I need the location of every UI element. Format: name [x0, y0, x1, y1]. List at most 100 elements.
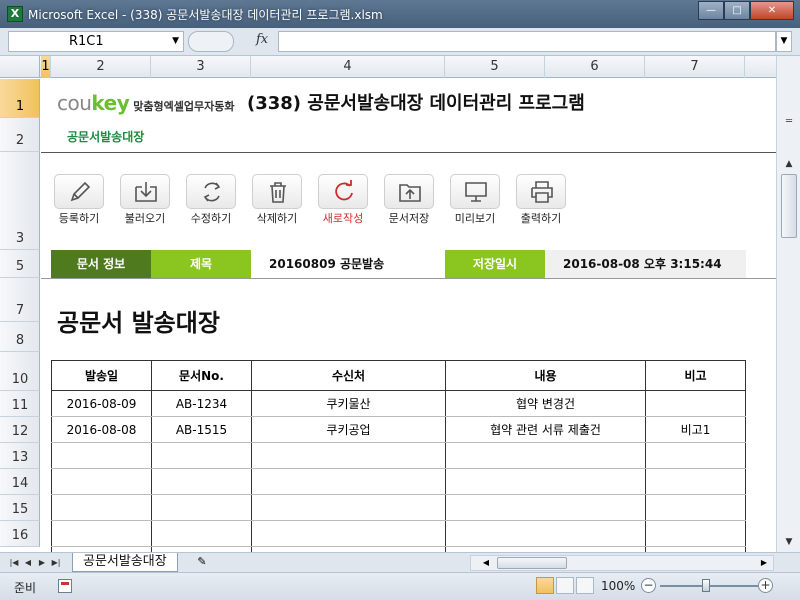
zoom-in-icon[interactable]: + — [758, 578, 773, 593]
formula-cancel-enter-group — [188, 31, 234, 52]
column-header-note[interactable]: 비고 — [645, 360, 746, 391]
scroll-right-icon[interactable]: ▶ — [757, 556, 771, 570]
row-header[interactable]: 5 — [0, 250, 40, 278]
vertical-scrollbar[interactable]: ═ ▲ ▼ — [776, 56, 800, 552]
scroll-thumb[interactable] — [781, 174, 797, 238]
edit-button[interactable]: 수정하기 — [183, 174, 239, 230]
scroll-up-icon[interactable]: ▲ — [781, 156, 797, 172]
zoom-level[interactable]: 100% — [601, 579, 635, 593]
saved-at-value[interactable]: 2016-08-08 오후 3:15:44 — [545, 250, 746, 278]
formula-controls: fx — [188, 31, 276, 52]
page-break-view-icon[interactable] — [576, 577, 594, 594]
cell-area[interactable]: coukey 맞춤형엑셀업무자동화 (338) 공문서발송대장 데이터관리 프로그… — [41, 79, 776, 552]
logo-key: key — [91, 91, 130, 115]
row-header[interactable]: 11 — [0, 391, 40, 417]
cell-content[interactable]: 협약 관련 서류 제출건 — [445, 416, 646, 443]
window-title: Microsoft Excel - (338) 공문서발송대장 데이터관리 프로… — [28, 8, 383, 22]
cell-recipient[interactable]: 쿠키물산 — [251, 390, 446, 417]
row-header[interactable]: 8 — [0, 322, 40, 352]
row-header[interactable]: 3 — [0, 152, 40, 250]
logo-tagline: 맞춤형엑셀업무자동화 — [133, 100, 235, 113]
cell-date[interactable]: 2016-08-08 — [51, 416, 152, 443]
macro-record-icon[interactable] — [58, 579, 72, 593]
subject-value[interactable]: 20160809 공문발송 — [251, 250, 445, 278]
zoom-out-icon[interactable]: − — [641, 578, 656, 593]
chevron-down-icon[interactable]: ▼ — [172, 32, 179, 51]
doc-info-label: 문서 정보 — [51, 250, 151, 278]
scroll-down-icon[interactable]: ▼ — [781, 534, 797, 550]
subject-label: 제목 — [151, 250, 251, 278]
zoom-slider-thumb[interactable] — [702, 579, 710, 592]
name-box-value: R1C1 — [69, 34, 104, 49]
row-header[interactable]: 12 — [0, 417, 40, 443]
cell-doc-no[interactable]: AB-1234 — [151, 390, 252, 417]
cell-doc-no[interactable]: AB-1515 — [151, 416, 252, 443]
first-sheet-icon[interactable]: |◀ — [8, 556, 20, 570]
row-header[interactable]: 13 — [0, 443, 40, 469]
preview-button[interactable]: 미리보기 — [447, 174, 503, 230]
row-header[interactable]: 1 — [0, 79, 40, 118]
last-sheet-icon[interactable]: ▶| — [50, 556, 62, 570]
column-header[interactable]: 5 — [445, 56, 545, 78]
reload-icon — [335, 180, 353, 201]
expand-formula-bar-icon[interactable]: ▼ — [776, 31, 792, 52]
row-header[interactable]: 10 — [0, 352, 40, 391]
pencil-icon — [70, 181, 91, 202]
insert-function-icon[interactable]: fx — [256, 32, 268, 47]
formula-bar: R1C1 ▼ fx ▼ — [0, 28, 800, 56]
load-button[interactable]: 불러오기 — [117, 174, 173, 230]
table-row: 2016-08-08 AB-1515 쿠키공업 협약 관련 서류 제출건 비고1 — [51, 416, 746, 443]
formula-input[interactable] — [278, 31, 776, 52]
delete-button[interactable]: 삭제하기 — [249, 174, 305, 230]
table-row — [51, 442, 746, 469]
cell-content[interactable]: 협약 변경건 — [445, 390, 646, 417]
coukey-logo: coukey 맞춤형엑셀업무자동화 — [57, 91, 235, 115]
register-button[interactable]: 등록하기 — [51, 174, 107, 230]
horizontal-scroll-thumb[interactable] — [497, 557, 567, 569]
horizontal-scrollbar[interactable]: ◀ ▶ — [470, 555, 774, 571]
normal-view-icon[interactable] — [536, 577, 554, 594]
split-handle-icon[interactable]: ═ — [779, 116, 799, 130]
next-sheet-icon[interactable]: ▶ — [36, 556, 48, 570]
row-header[interactable]: 7 — [0, 278, 40, 322]
row-header[interactable]: 14 — [0, 469, 40, 495]
column-header-recipient[interactable]: 수신처 — [251, 360, 446, 391]
sheet-title: 공문서 발송대장 — [57, 309, 220, 337]
printer-icon — [531, 181, 553, 203]
new-document-button[interactable]: 새로작성 — [315, 174, 371, 230]
column-header-content[interactable]: 내용 — [445, 360, 646, 391]
cell-note[interactable] — [645, 390, 746, 417]
row-header[interactable]: 2 — [0, 118, 40, 152]
table-row: 2016-08-09 AB-1234 쿠키물산 협약 변경건 — [51, 390, 746, 417]
table-header-row: 발송일 문서No. 수신처 내용 비고 — [51, 360, 746, 391]
minimize-button[interactable]: — — [698, 1, 724, 20]
prev-sheet-icon[interactable]: ◀ — [22, 556, 34, 570]
cell-date[interactable]: 2016-08-09 — [51, 390, 152, 417]
status-bar: 준비 100% − + — [0, 572, 800, 600]
insert-sheet-icon[interactable]: ✎ — [192, 555, 212, 570]
maximize-button[interactable]: □ — [724, 1, 750, 20]
column-header[interactable]: 6 — [545, 56, 645, 78]
name-box[interactable]: R1C1 ▼ — [8, 31, 184, 52]
sheet-tab-active[interactable]: 공문서발송대장 — [72, 553, 178, 572]
logo-cou: cou — [57, 91, 92, 115]
column-header[interactable]: 3 — [151, 56, 251, 78]
column-header[interactable]: 1 — [41, 56, 51, 78]
cell-recipient[interactable]: 쿠키공업 — [251, 416, 446, 443]
column-header[interactable]: 7 — [645, 56, 745, 78]
scroll-left-icon[interactable]: ◀ — [479, 556, 493, 570]
column-header-date[interactable]: 발송일 — [51, 360, 152, 391]
excel-app-icon[interactable]: X — [7, 6, 23, 22]
save-document-button[interactable]: 문서저장 — [381, 174, 437, 230]
close-button[interactable]: ✕ — [750, 1, 794, 20]
column-header[interactable]: 2 — [51, 56, 151, 78]
row-header[interactable]: 16 — [0, 521, 40, 547]
document-info-row: 문서 정보 제목 20160809 공문발송 저장일시 2016-08-08 오… — [51, 250, 746, 278]
column-header-doc-no[interactable]: 문서No. — [151, 360, 252, 391]
cell-note[interactable]: 비고1 — [645, 416, 746, 443]
page-layout-view-icon[interactable] — [556, 577, 574, 594]
print-button[interactable]: 출력하기 — [513, 174, 569, 230]
column-header[interactable]: 4 — [251, 56, 445, 78]
select-all-corner[interactable] — [0, 56, 40, 78]
row-header[interactable]: 15 — [0, 495, 40, 521]
